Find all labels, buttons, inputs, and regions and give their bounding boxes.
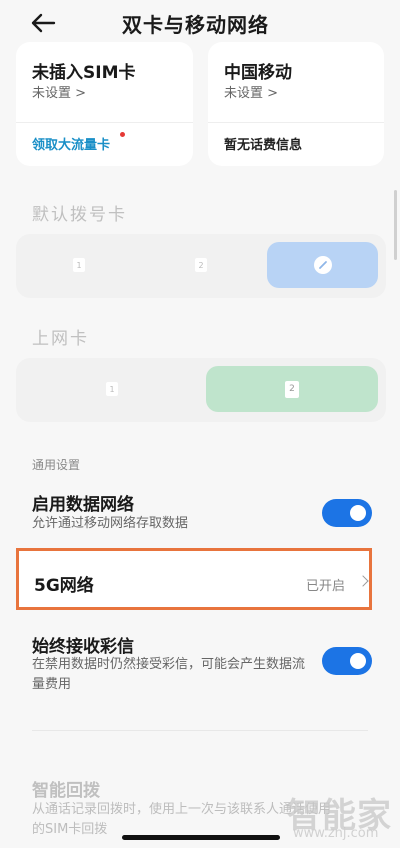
chevron-right-icon bbox=[357, 575, 369, 587]
5g-network-title: 5G网络 bbox=[34, 576, 94, 596]
sim-card-2[interactable]: 中国移动 未设置 > 暂无话费信息 bbox=[208, 42, 384, 166]
default-dial-selector: 1 2 bbox=[16, 234, 386, 298]
dial-option-ask[interactable] bbox=[267, 242, 378, 288]
divider bbox=[32, 730, 368, 731]
sim-card-2-subtitle[interactable]: 未设置 > bbox=[224, 82, 278, 101]
data-card-selector: 1 2 bbox=[16, 358, 386, 422]
page-title: 双卡与移动网络 bbox=[122, 13, 269, 37]
divider bbox=[16, 122, 193, 123]
data-network-title: 启用数据网络 bbox=[32, 495, 134, 515]
5g-network-row[interactable]: 5G网络 已开启 bbox=[16, 548, 372, 610]
watermark-url: www.znj.com bbox=[293, 826, 379, 841]
sim-card-2-title: 中国移动 bbox=[224, 63, 292, 83]
toggle-knob bbox=[350, 505, 366, 521]
toggle-knob bbox=[350, 653, 366, 669]
mms-subtitle: 在禁用数据时仍然接受彩信，可能会产生数据流量费用 bbox=[32, 657, 306, 692]
sim-card-1-subtitle[interactable]: 未设置 > bbox=[32, 82, 86, 101]
smart-callback-title[interactable]: 智能回拨 bbox=[32, 776, 100, 801]
header: 双卡与移动网络 bbox=[0, 0, 400, 48]
sim-card-1[interactable]: 未插入SIM卡 未设置 > 领取大流量卡 bbox=[16, 42, 193, 166]
divider bbox=[208, 122, 384, 123]
mms-toggle[interactable] bbox=[322, 647, 372, 675]
general-settings-label: 通用设置 bbox=[32, 458, 81, 472]
notification-dot bbox=[120, 132, 125, 137]
sim-1-icon: 1 bbox=[106, 382, 118, 396]
balance-info: 暂无话费信息 bbox=[224, 138, 303, 153]
default-dial-label: 默认拨号卡 bbox=[32, 205, 127, 225]
mms-title: 始终接收彩信 bbox=[32, 637, 134, 657]
data-network-toggle[interactable] bbox=[322, 499, 372, 527]
5g-network-status: 已开启 bbox=[306, 579, 346, 594]
home-indicator[interactable] bbox=[122, 835, 280, 840]
sim-2-icon: 2 bbox=[195, 258, 207, 272]
dial-option-2[interactable]: 2 bbox=[146, 242, 256, 288]
sim-2-icon: 2 bbox=[285, 380, 299, 398]
sim-card-1-title: 未插入SIM卡 bbox=[32, 63, 136, 83]
dial-option-1[interactable]: 1 bbox=[24, 242, 134, 288]
data-option-2[interactable]: 2 bbox=[206, 366, 378, 412]
claim-data-card-link[interactable]: 领取大流量卡 bbox=[32, 134, 110, 153]
data-card-label: 上网卡 bbox=[32, 329, 89, 349]
data-network-subtitle: 允许通过移动网络存取数据 bbox=[32, 516, 189, 531]
scrollbar[interactable] bbox=[394, 190, 397, 260]
arrow-left-icon[interactable] bbox=[30, 12, 56, 34]
pencil-icon bbox=[313, 256, 332, 274]
sim-1-icon: 1 bbox=[73, 258, 85, 272]
data-option-1[interactable]: 1 bbox=[24, 366, 200, 412]
